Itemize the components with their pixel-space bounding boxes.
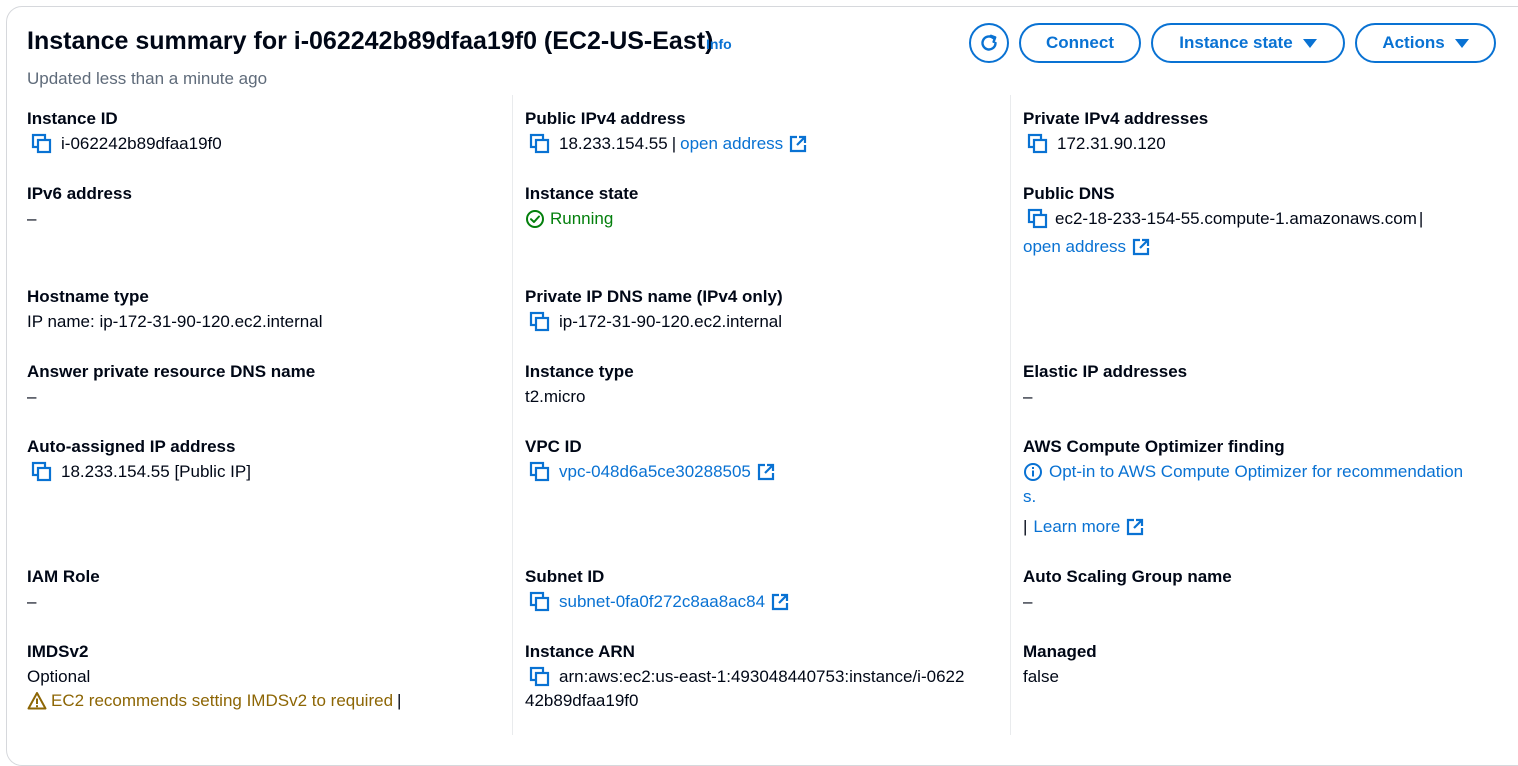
ipv6-label: IPv6 address (27, 184, 132, 203)
copy-icon[interactable] (1027, 208, 1049, 230)
instance-arn-label: Instance ARN (525, 642, 635, 661)
managed-label: Managed (1023, 642, 1097, 661)
auto-ip-label: Auto-assigned IP address (27, 437, 236, 456)
external-link-icon[interactable] (771, 593, 789, 611)
caret-down-icon (1454, 38, 1469, 48)
vpc-id-value: vpc-048d6a5ce30288505 (529, 461, 775, 483)
warning-icon (27, 692, 47, 710)
optimizer-optin-line1[interactable]: Opt-in to AWS Compute Optimizer for reco… (1049, 462, 1463, 482)
auto-ip-text: 18.233.154.55 [Public IP] (61, 462, 251, 481)
column-divider (512, 95, 513, 735)
private-ip-dns-value: ip-172-31-90-120.ec2.internal (529, 311, 782, 333)
copy-icon[interactable] (529, 133, 551, 155)
copy-icon[interactable] (31, 461, 53, 483)
public-dns-text: ec2-18-233-154-55.compute-1.amazonaws.co… (1055, 209, 1417, 228)
copy-icon[interactable] (31, 133, 53, 155)
imdsv2-label: IMDSv2 (27, 642, 89, 661)
instance-id-value: i-062242b89dfaa19f0 (31, 133, 222, 155)
imdsv2-warning: EC2 recommends setting IMDSv2 to require… (27, 691, 405, 711)
private-ip-dns-text: ip-172-31-90-120.ec2.internal (559, 312, 783, 331)
subnet-id-label: Subnet ID (525, 567, 605, 586)
asg-name-value: – (1023, 592, 1033, 611)
public-dns-open: open address (1023, 237, 1150, 257)
answer-dns-label: Answer private resource DNS name (27, 362, 316, 381)
instance-arn-line2: 42b89dfaa19f0 (525, 691, 639, 710)
instance-state-value: Running (525, 209, 613, 229)
separator: | (397, 691, 402, 710)
vpc-id-link[interactable]: vpc-048d6a5ce30288505 (559, 462, 751, 482)
private-ipv4-value: 172.31.90.120 (1027, 133, 1166, 155)
copy-icon[interactable] (529, 591, 551, 613)
check-circle-icon (526, 210, 544, 228)
page-title: Instance summary for i-062242b89dfaa19f0… (27, 27, 714, 55)
refresh-icon (981, 34, 997, 51)
external-link-icon[interactable] (757, 463, 775, 481)
subnet-id-link[interactable]: subnet-0fa0f272c8aa8ac84 (559, 592, 765, 612)
public-ipv4-value: 18.233.154.55 | open address (529, 133, 807, 155)
optimizer-optin[interactable]: Opt-in to AWS Compute Optimizer for reco… (1023, 462, 1463, 482)
public-dns-label: Public DNS (1023, 184, 1115, 203)
copy-icon[interactable] (529, 461, 551, 483)
instance-arn-line1: arn:aws:ec2:us-east-1:493048440753:insta… (559, 667, 965, 686)
actions-button[interactable]: Actions (1355, 23, 1496, 63)
optimizer-label: AWS Compute Optimizer finding (1023, 437, 1285, 456)
public-dns-value: ec2-18-233-154-55.compute-1.amazonaws.co… (1027, 208, 1425, 230)
public-ipv4-label: Public IPv4 address (525, 109, 686, 128)
connect-button[interactable]: Connect (1019, 23, 1141, 63)
iam-role-label: IAM Role (27, 567, 100, 586)
elastic-ip-label: Elastic IP addresses (1023, 362, 1188, 381)
info-link[interactable]: Info (706, 36, 732, 52)
external-link-icon[interactable] (1126, 518, 1144, 536)
instance-id-text: i-062242b89dfaa19f0 (61, 134, 222, 153)
instance-type-value: t2.micro (525, 387, 586, 406)
optimizer-learn-more: | Learn more (1023, 517, 1144, 537)
instance-arn-value: arn:aws:ec2:us-east-1:493048440753:insta… (529, 666, 964, 688)
hostname-type-label: Hostname type (27, 287, 149, 306)
separator: | (1418, 209, 1424, 228)
info-circle-icon (1024, 463, 1042, 481)
learn-more-link[interactable]: Learn more (1033, 517, 1120, 537)
ipv6-value: – (27, 209, 37, 228)
open-address-link[interactable]: open address (1023, 237, 1126, 257)
instance-state-field-label: Instance state (525, 184, 639, 203)
private-ip-dns-label: Private IP DNS name (IPv4 only) (525, 287, 783, 306)
private-ipv4-label: Private IPv4 addresses (1023, 109, 1209, 128)
instance-state-button[interactable]: Instance state (1151, 23, 1345, 63)
copy-icon[interactable] (529, 666, 551, 688)
subnet-id-value: subnet-0fa0f272c8aa8ac84 (529, 591, 789, 613)
answer-dns-value: – (27, 387, 37, 406)
updated-timestamp: Updated less than a minute ago (27, 69, 268, 88)
instance-state-label: Instance state (1179, 33, 1293, 52)
hostname-type-value: IP name: ip-172-31-90-120.ec2.internal (27, 312, 323, 331)
private-ipv4-text: 172.31.90.120 (1057, 134, 1166, 153)
elastic-ip-value: – (1023, 387, 1033, 406)
caret-down-icon (1302, 38, 1317, 48)
optimizer-optin-line2[interactable]: s. (1023, 487, 1036, 507)
instance-id-label: Instance ID (27, 109, 118, 128)
external-link-icon[interactable] (789, 135, 807, 153)
connect-label: Connect (1046, 33, 1114, 52)
copy-icon[interactable] (1027, 133, 1049, 155)
refresh-button[interactable] (969, 23, 1009, 63)
instance-type-label: Instance type (525, 362, 634, 381)
separator: | (1023, 517, 1028, 536)
managed-value: false (1023, 667, 1059, 686)
instance-summary-panel (6, 6, 1518, 766)
iam-role-value: – (27, 592, 37, 611)
vpc-id-label: VPC ID (525, 437, 582, 456)
auto-ip-value: 18.233.154.55 [Public IP] (31, 461, 251, 483)
separator: | (671, 134, 677, 153)
public-ipv4-text: 18.233.154.55 (559, 134, 668, 153)
open-address-link[interactable]: open address (680, 134, 783, 154)
imdsv2-value: Optional (27, 667, 91, 686)
actions-label: Actions (1382, 33, 1445, 52)
asg-name-label: Auto Scaling Group name (1023, 567, 1232, 586)
column-divider (1010, 95, 1011, 735)
imdsv2-warning-text: EC2 recommends setting IMDSv2 to require… (51, 691, 394, 710)
copy-icon[interactable] (529, 311, 551, 333)
external-link-icon[interactable] (1132, 238, 1150, 256)
instance-state-text: Running (550, 209, 614, 228)
